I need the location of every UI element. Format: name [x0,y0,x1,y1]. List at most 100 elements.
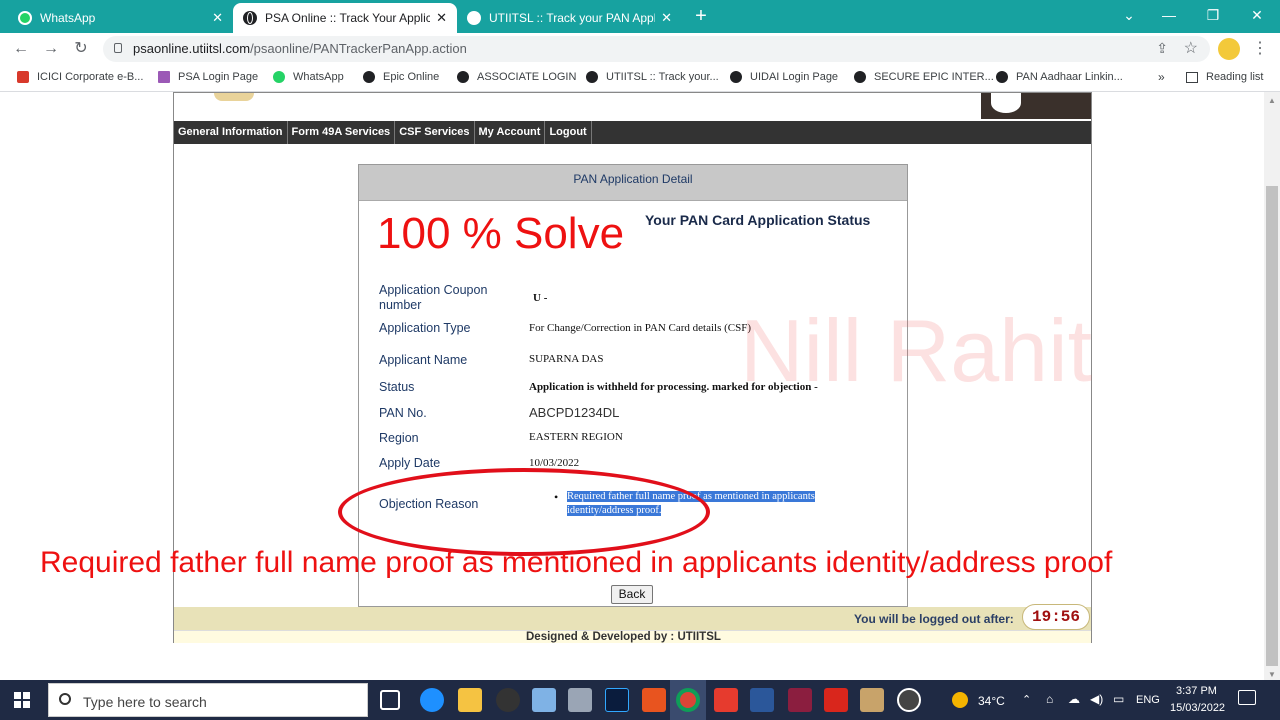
extension-icon[interactable] [1218,38,1240,60]
bookmarks-bar: ICICI Corporate e-B... PSA Login Page Wh… [0,65,1280,92]
close-window-button[interactable]: ✕ [1242,4,1272,26]
value-application-type: For Change/Correction in PAN Card detail… [529,322,752,334]
scroll-down-arrow-icon[interactable]: ▼ [1268,670,1276,679]
label-status: Status [379,380,415,394]
bookmark-uidai[interactable]: UIDAI Login Page [730,71,838,83]
bookmark-pan-aadhaar[interactable]: PAN Aadhaar Linkin... [996,71,1123,83]
bookmark-label: Epic Online [383,71,440,83]
icici-icon [17,71,29,83]
task-view-icon[interactable] [380,690,400,710]
display-icon[interactable]: ▭ [1113,692,1124,706]
bookmark-psa-login[interactable]: PSA Login Page [158,71,258,83]
word-icon[interactable] [750,688,774,712]
bookmark-associate-login[interactable]: ASSOCIATE LOGIN [457,71,576,83]
scrollbar-thumb[interactable] [1266,186,1278,666]
nav-my-account[interactable]: My Account [475,121,546,144]
bookmark-label: PAN Aadhaar Linkin... [1016,71,1123,83]
windows-start-icon[interactable] [14,692,30,708]
bookmark-epic-online[interactable]: Epic Online [363,71,439,83]
tab-psa-online[interactable]: PSA Online :: Track Your Applicati ✕ [233,3,457,33]
bookmark-label: ASSOCIATE LOGIN [477,71,577,83]
reading-list-icon [1186,71,1198,83]
reload-icon[interactable]: ↻ [70,38,92,60]
label-region: Region [379,431,419,445]
label-coupon-number: Application Coupon number [379,283,488,312]
globe-icon [363,71,375,83]
bookmark-label: UTIITSL :: Track your... [606,71,719,83]
app-icon[interactable] [496,688,520,712]
nav-csf-services[interactable]: CSF Services [395,121,475,144]
obs-icon[interactable] [897,688,921,712]
psa-icon [158,71,170,83]
tab-whatsapp[interactable]: WhatsApp ✕ [8,3,233,33]
minimize-button[interactable]: — [1154,4,1184,26]
chrome-icon[interactable] [676,688,700,712]
bookmark-label: PSA Login Page [178,71,259,83]
clock-time[interactable]: 3:37 PM [1176,685,1217,697]
bookmark-whatsapp[interactable]: WhatsApp [273,71,344,83]
share-icon[interactable]: ⇪ [1156,40,1168,57]
office-icon[interactable] [642,688,666,712]
bookmark-label: UIDAI Login Page [750,71,839,83]
calculator-icon[interactable] [532,688,556,712]
close-icon[interactable]: ✕ [436,10,447,26]
language-indicator[interactable]: ENG [1136,694,1160,706]
anydesk-icon[interactable] [714,688,738,712]
globe-icon [854,71,866,83]
reading-list-label: Reading list [1206,71,1264,83]
new-tab-button[interactable]: + [690,5,712,27]
restore-button[interactable]: ❐ [1198,4,1228,26]
close-icon[interactable]: ✕ [212,10,223,26]
tab-title: UTIITSL :: Track your PAN Applica [489,11,656,25]
more-bookmarks-button[interactable]: » [1158,70,1165,84]
session-timer: 19:56 [1022,604,1090,630]
weather-temp[interactable]: 34°C [978,694,1005,708]
url-text: psaonline.utiitsl.com/psaonline/PANTrack… [133,41,467,56]
url-host: psaonline.utiitsl.com [133,41,251,56]
label-applicant-name: Applicant Name [379,353,468,367]
logout-timer-bar: You will be logged out after: 19:56 [174,604,1091,630]
back-arrow-icon[interactable]: ← [10,38,32,60]
value-applicant-name: SUPARNA DAS [529,353,604,365]
edge-icon[interactable] [420,688,444,712]
forward-arrow-icon[interactable]: → [40,38,62,60]
nav-general-information[interactable]: General Information [174,121,288,144]
lock-icon [114,43,122,53]
taskbar-search[interactable]: Type here to search [48,683,368,717]
back-button[interactable]: Back [611,585,653,604]
network-icon[interactable]: ☁ [1068,692,1080,706]
bookmark-star-icon[interactable]: ☆ [1184,38,1198,58]
site-footer: Designed & Developed by : UTIITSL [174,630,1091,643]
volume-icon[interactable]: ◀) [1090,692,1103,706]
bookmark-utiitsl[interactable]: UTIITSL :: Track your... [586,71,719,83]
photoshop-icon[interactable] [605,688,629,712]
tab-search-icon[interactable]: ⌄ [1114,4,1144,26]
tray-chevron-icon[interactable]: ⌃ [1022,693,1031,706]
winrar-icon[interactable] [788,688,812,712]
nav-form-49a-services[interactable]: Form 49A Services [288,121,396,144]
scroll-up-arrow-icon[interactable]: ▲ [1268,96,1276,105]
address-bar[interactable]: psaonline.utiitsl.com/psaonline/PANTrack… [103,36,1210,62]
bookmark-secure-epic[interactable]: SECURE EPIC INTER... [854,71,994,83]
logout-notice: You will be logged out after: [854,612,1014,626]
file-explorer-icon[interactable] [458,688,482,712]
reading-list-button[interactable]: Reading list [1186,71,1263,83]
sun-weather-icon[interactable] [952,692,968,708]
value-pan-no: ABCPD1234DL [529,405,620,420]
tray-app-icon[interactable]: ⌂ [1046,692,1053,706]
installer-icon[interactable] [860,688,884,712]
close-icon[interactable]: ✕ [661,10,672,26]
tab-strip: WhatsApp ✕ PSA Online :: Track Your Appl… [0,0,1280,33]
bookmark-icici[interactable]: ICICI Corporate e-B... [17,71,143,83]
site-nav-menu: General Information Form 49A Services CS… [174,121,1091,144]
value-region: EASTERN REGION [529,431,623,443]
globe-icon [467,11,481,25]
tab-utiitsl[interactable]: UTIITSL :: Track your PAN Applica ✕ [457,3,682,33]
notification-icon[interactable] [1238,690,1256,705]
menu-dots-icon[interactable]: ⋮ [1250,38,1270,58]
nav-logout[interactable]: Logout [545,121,592,144]
bookmark-label: ICICI Corporate e-B... [37,71,144,83]
clock-date[interactable]: 15/03/2022 [1170,702,1225,714]
network-app-icon[interactable] [568,688,592,712]
acrobat-icon[interactable] [824,688,848,712]
